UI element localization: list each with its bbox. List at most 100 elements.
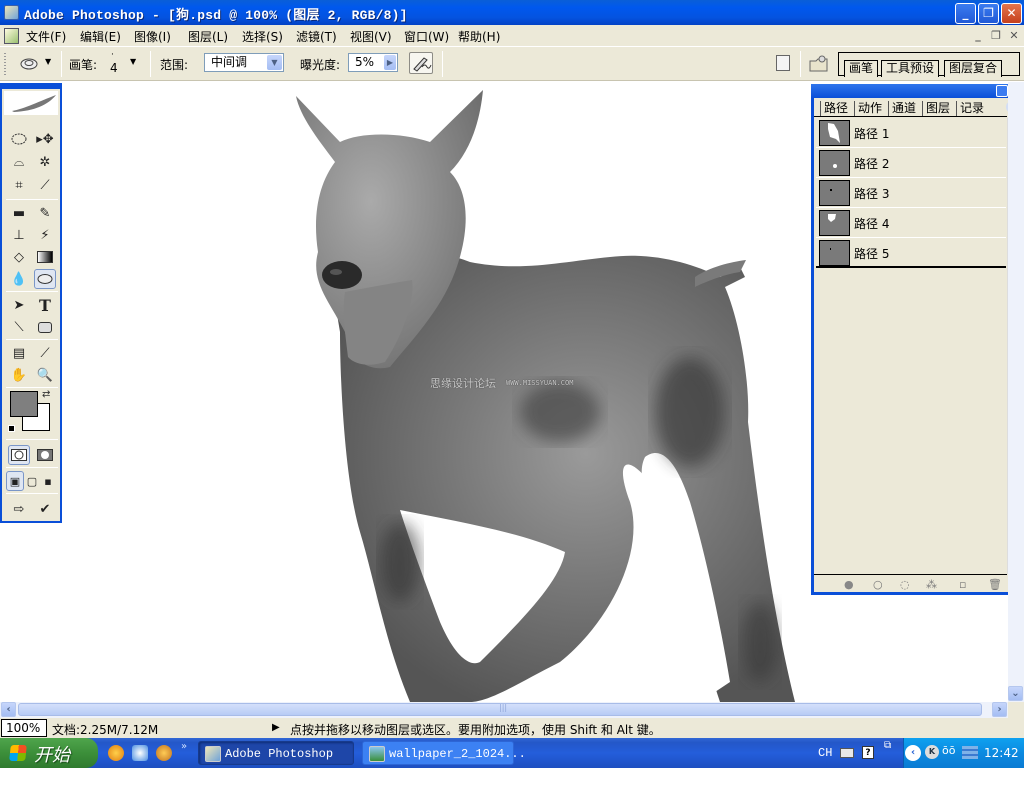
status-menu-arrow-icon[interactable]: ▶ (272, 722, 280, 733)
doc-restore-button[interactable]: ❐ (988, 28, 1004, 44)
firefox-quicklaunch-icon[interactable] (108, 745, 124, 761)
path-row[interactable]: 路径 2 (816, 148, 1006, 178)
open-folder-icon[interactable] (808, 53, 830, 73)
imageready-button[interactable]: ✔ (34, 499, 56, 519)
document-size-info[interactable]: 文档:2.25M/7.12M (52, 721, 158, 738)
horizontal-scroll-thumb[interactable]: ||| (18, 703, 982, 716)
default-colors-icon[interactable] (8, 425, 15, 432)
shape-tool[interactable] (34, 317, 56, 337)
hand-tool[interactable]: ✋ (8, 365, 30, 385)
menu-image[interactable]: 图像(I) (134, 28, 171, 45)
delete-path-icon[interactable]: 🗑 (988, 578, 1002, 591)
start-button[interactable]: 开始 (0, 738, 98, 768)
lasso-tool[interactable]: ⌓ (8, 152, 30, 172)
scroll-right-button[interactable]: › (992, 702, 1007, 717)
slice-tool[interactable]: ⟋ (34, 175, 56, 195)
help-icon[interactable]: ? (862, 746, 874, 759)
tab-history[interactable]: 记录 (956, 101, 987, 116)
tab-paths[interactable]: 路径 (820, 101, 852, 116)
menu-file[interactable]: 文件(F) (26, 28, 66, 45)
standard-screen-mode-button[interactable]: ▣ (6, 471, 24, 491)
scroll-down-button[interactable]: ⌄ (1008, 686, 1023, 701)
foreground-color-swatch[interactable] (10, 391, 38, 417)
resize-grip[interactable] (1008, 702, 1024, 718)
menu-layer[interactable]: 图层(L) (188, 28, 228, 45)
type-tool[interactable]: T (34, 295, 56, 315)
stroke-path-icon[interactable]: ○ (873, 578, 883, 591)
well-tab-tool-presets[interactable]: 工具预设 (881, 60, 940, 77)
brush-dropdown-icon[interactable]: ▼ (130, 57, 136, 66)
jump-to-imageready-button[interactable]: ⇨ (8, 499, 30, 519)
pen-tool[interactable]: ⟍ (8, 317, 30, 337)
document-icon[interactable] (4, 28, 19, 44)
path-row[interactable]: 路径 5 (816, 238, 1006, 268)
exposure-field[interactable]: 5% ▶ (348, 53, 398, 72)
menu-select[interactable]: 选择(S) (242, 28, 283, 45)
gradient-tool[interactable] (34, 247, 56, 267)
quicklaunch-more-icon[interactable]: » (181, 741, 187, 752)
marquee-tool[interactable] (8, 129, 30, 149)
path-row[interactable]: 路径 1 (816, 118, 1006, 148)
network-tray-icon[interactable] (962, 746, 978, 759)
full-screen-mode-button[interactable]: ▪ (40, 471, 56, 491)
palette-title-bar[interactable]: ✕ (811, 84, 1022, 98)
eraser-tool[interactable]: ◇ (8, 247, 30, 267)
antivirus-tray-icon[interactable]: K (925, 745, 939, 759)
new-path-icon[interactable]: ▫ (959, 578, 966, 591)
dodge-tool[interactable] (34, 269, 56, 289)
menu-edit[interactable]: 编辑(E) (80, 28, 121, 45)
tab-layers[interactable]: 图层 (922, 101, 953, 116)
ime-toggle-icon[interactable]: ⧉ (884, 740, 891, 751)
blur-tool[interactable]: 💧 (8, 269, 30, 289)
brush-size[interactable]: 4 (110, 61, 118, 75)
show-hidden-icons-button[interactable]: ‹ (905, 745, 921, 761)
messenger-tray-icon[interactable]: ōō (942, 744, 955, 757)
minimize-button[interactable]: _ (955, 3, 976, 24)
feather-logo[interactable] (4, 91, 58, 115)
taskbar-button-photoshop[interactable]: Adobe Photoshop ... (198, 741, 354, 785)
restore-button[interactable]: ❐ (978, 3, 999, 24)
vertical-scrollbar[interactable]: ⌄ (1008, 82, 1024, 702)
eyedropper-tool[interactable]: ⟋ (34, 343, 56, 363)
slider-arrow-icon[interactable]: ▶ (384, 55, 396, 70)
tab-actions[interactable]: 动作 (854, 101, 885, 116)
magic-wand-tool[interactable]: ✲ (34, 152, 56, 172)
move-tool[interactable]: ▸✥ (34, 129, 56, 149)
app-quicklaunch-icon[interactable] (156, 745, 172, 761)
crop-tool[interactable]: ⌗ (8, 175, 30, 195)
fill-path-icon[interactable]: ● (844, 578, 854, 591)
full-screen-menu-mode-button[interactable]: ▢ (24, 471, 40, 491)
menu-view[interactable]: 视图(V) (350, 28, 392, 45)
quick-mask-button[interactable] (34, 445, 56, 465)
file-browser-icon[interactable] (776, 55, 790, 71)
make-work-path-icon[interactable]: ⁂ (926, 578, 937, 591)
keyboard-icon[interactable] (840, 748, 854, 758)
horizontal-scrollbar[interactable]: ‹ ||| › (0, 702, 1008, 718)
taskbar-button-wallpaper[interactable]: wallpaper_2_1024... (362, 741, 526, 765)
path-selection-tool[interactable]: ➤ (8, 295, 30, 315)
doc-minimize-button[interactable]: _ (970, 28, 986, 44)
doc-close-button[interactable]: ✕ (1006, 28, 1022, 44)
tool-preset-picker[interactable] (18, 54, 40, 72)
menu-help[interactable]: 帮助(H) (458, 28, 500, 45)
path-row[interactable]: 路径 3 (816, 178, 1006, 208)
menu-filter[interactable]: 滤镜(T) (296, 28, 337, 45)
range-select[interactable]: 中间调 ▼ (204, 53, 284, 72)
tab-channels[interactable]: 通道 (888, 101, 919, 116)
history-brush-tool[interactable]: ⚡ (34, 225, 56, 245)
well-tab-layer-comps[interactable]: 图层复合 (944, 60, 1003, 77)
zoom-tool[interactable]: 🔍 (34, 365, 56, 385)
clone-stamp-tool[interactable]: ⊥ (8, 225, 30, 245)
palette-minimize-button[interactable] (996, 85, 1008, 97)
airbrush-button[interactable] (409, 52, 433, 74)
well-tab-brushes[interactable]: 画笔 (844, 60, 879, 77)
standard-mode-button[interactable] (8, 445, 30, 465)
path-row[interactable]: 路径 4 (816, 208, 1006, 238)
menu-window[interactable]: 窗口(W) (404, 28, 449, 45)
scroll-left-button[interactable]: ‹ (1, 702, 16, 717)
options-bar-grip[interactable] (4, 53, 6, 75)
load-selection-icon[interactable]: ◌ (900, 578, 910, 591)
clock[interactable]: 12:42 (984, 746, 1019, 760)
language-indicator[interactable]: CH (818, 746, 832, 760)
swap-colors-icon[interactable]: ⇄ (42, 389, 50, 400)
